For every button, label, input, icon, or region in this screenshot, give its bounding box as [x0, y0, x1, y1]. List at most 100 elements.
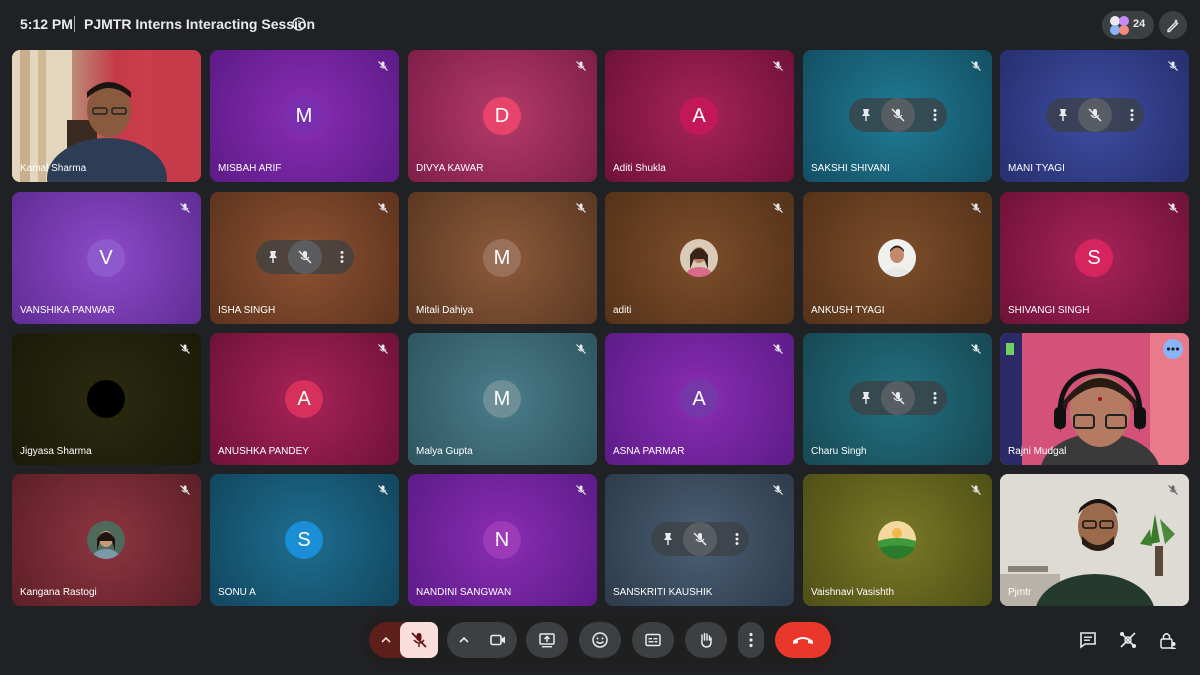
- mic-off-icon: [770, 58, 786, 74]
- tile-hover-controls: [849, 98, 947, 132]
- pin-icon[interactable]: [661, 532, 675, 546]
- participant-tile[interactable]: Kangana Rastogi: [12, 474, 201, 606]
- participant-photo: [87, 380, 125, 418]
- leave-call-button[interactable]: [775, 622, 831, 658]
- mic-off-icon: [573, 341, 589, 357]
- participant-avatar: S: [1075, 239, 1113, 277]
- participant-tile[interactable]: ANKUSH TYAGI: [803, 192, 992, 324]
- participant-tile[interactable]: MANI TYAGI: [1000, 50, 1189, 182]
- mute-participant-button[interactable]: [683, 522, 717, 556]
- pin-icon[interactable]: [266, 250, 280, 264]
- camera-icon: [490, 634, 505, 646]
- participant-tile[interactable]: Jigyasa Sharma: [12, 333, 201, 465]
- microphone-toggle-button[interactable]: [400, 622, 438, 658]
- mic-off-icon: [1165, 200, 1181, 216]
- participant-name: DIVYA KAWAR: [416, 163, 484, 174]
- raise-hand-button[interactable]: [685, 622, 727, 658]
- participant-tile[interactable]: Rajni Mudgal: [1000, 333, 1189, 465]
- more-options-button[interactable]: [738, 622, 764, 658]
- pin-icon[interactable]: [859, 108, 873, 122]
- participant-name: Charu Singh: [811, 446, 867, 457]
- pin-icon[interactable]: [1056, 108, 1070, 122]
- emoji-icon: [592, 632, 608, 648]
- info-icon[interactable]: [292, 17, 306, 31]
- captions-button[interactable]: [632, 622, 674, 658]
- more-vert-icon[interactable]: [730, 532, 744, 546]
- meeting-title: PJMTR Interns Interacting Session: [84, 16, 316, 32]
- mic-off-icon: [891, 391, 905, 405]
- participant-tile[interactable]: ISHA SINGH: [210, 192, 399, 324]
- participant-tile[interactable]: A ASNA PARMAR: [605, 333, 794, 465]
- more-vert-icon[interactable]: [928, 108, 942, 122]
- participant-name: Mitali Dahiya: [416, 305, 474, 316]
- participant-tile[interactable]: M Mitali Dahiya: [408, 192, 597, 324]
- mic-off-icon: [1165, 58, 1181, 74]
- more-vert-icon[interactable]: [335, 250, 349, 264]
- participant-tile[interactable]: Vaishnavi Vasishth: [803, 474, 992, 606]
- more-vert-icon: [749, 632, 753, 648]
- more-options-icon[interactable]: [1163, 339, 1183, 359]
- meeting-time: 5:12 PM: [20, 16, 73, 32]
- mic-off-icon: [891, 108, 905, 122]
- participant-tile[interactable]: S SONU A: [210, 474, 399, 606]
- host-controls-button[interactable]: [1158, 630, 1178, 650]
- participant-name: MISBAH ARIF: [218, 163, 282, 174]
- mute-participant-button[interactable]: [288, 240, 322, 274]
- participant-tile[interactable]: M MISBAH ARIF: [210, 50, 399, 182]
- activities-button[interactable]: [1118, 630, 1138, 650]
- participant-name: aditi: [613, 305, 632, 316]
- mic-off-icon: [770, 341, 786, 357]
- participant-avatar: N: [483, 521, 521, 559]
- mute-participant-button[interactable]: [1078, 98, 1112, 132]
- participants-avatars-icon: [1108, 14, 1130, 36]
- more-vert-icon[interactable]: [1125, 108, 1139, 122]
- participant-name: Pjmtr: [1008, 587, 1032, 598]
- participant-name: NANDINI SANGWAN: [416, 587, 512, 598]
- participant-tile[interactable]: Pjmtr: [1000, 474, 1189, 606]
- mic-off-icon: [1165, 482, 1181, 498]
- participant-tile[interactable]: S SHIVANGI SINGH: [1000, 192, 1189, 324]
- mute-participant-button[interactable]: [881, 98, 915, 132]
- participant-tile[interactable]: Kamal Sharma: [12, 50, 201, 182]
- mic-off-icon: [298, 250, 312, 264]
- pin-icon[interactable]: [859, 391, 873, 405]
- participants-button[interactable]: 24: [1102, 11, 1154, 39]
- participant-name: MANI TYAGI: [1008, 163, 1065, 174]
- participant-tile[interactable]: N NANDINI SANGWAN: [408, 474, 597, 606]
- mic-off-icon: [375, 200, 391, 216]
- present-screen-button[interactable]: [526, 622, 568, 658]
- participant-tile[interactable]: Charu Singh: [803, 333, 992, 465]
- participant-photo: [87, 521, 125, 559]
- title-separator: [74, 16, 75, 32]
- participant-name: ANUSHKA PANDEY: [218, 446, 309, 457]
- participant-tile[interactable]: M Malya Gupta: [408, 333, 597, 465]
- participant-tile[interactable]: V VANSHIKA PANWAR: [12, 192, 201, 324]
- participant-tile[interactable]: aditi: [605, 192, 794, 324]
- video-options-button[interactable]: [447, 622, 481, 658]
- participant-tile[interactable]: SANSKRITI KAUSHIK: [605, 474, 794, 606]
- participant-count: 24: [1133, 18, 1146, 30]
- chevron-up-icon: [381, 636, 391, 643]
- more-vert-icon[interactable]: [928, 391, 942, 405]
- mic-off-icon: [375, 482, 391, 498]
- host-tools-button[interactable]: [1159, 11, 1187, 39]
- tile-hover-controls: [256, 240, 354, 274]
- participant-avatar: M: [285, 97, 323, 135]
- phone-hangup-icon: [793, 637, 813, 644]
- send-reaction-button[interactable]: [579, 622, 621, 658]
- raise-hand-icon: [701, 632, 712, 648]
- participant-tile[interactable]: A Aditi Shukla: [605, 50, 794, 182]
- mic-off-icon: [375, 58, 391, 74]
- participant-tile[interactable]: A ANUSHKA PANDEY: [210, 333, 399, 465]
- participant-name: VANSHIKA PANWAR: [20, 305, 115, 316]
- participant-avatar: M: [483, 380, 521, 418]
- participant-tile[interactable]: SAKSHI SHIVANI: [803, 50, 992, 182]
- chat-button[interactable]: [1078, 630, 1098, 650]
- mic-off-icon: [177, 482, 193, 498]
- audio-options-button[interactable]: [369, 622, 403, 658]
- participant-name: Malya Gupta: [416, 446, 473, 457]
- participant-name: SAKSHI SHIVANI: [811, 163, 890, 174]
- mute-participant-button[interactable]: [881, 381, 915, 415]
- camera-toggle-button[interactable]: [479, 622, 517, 658]
- participant-tile[interactable]: D DIVYA KAWAR: [408, 50, 597, 182]
